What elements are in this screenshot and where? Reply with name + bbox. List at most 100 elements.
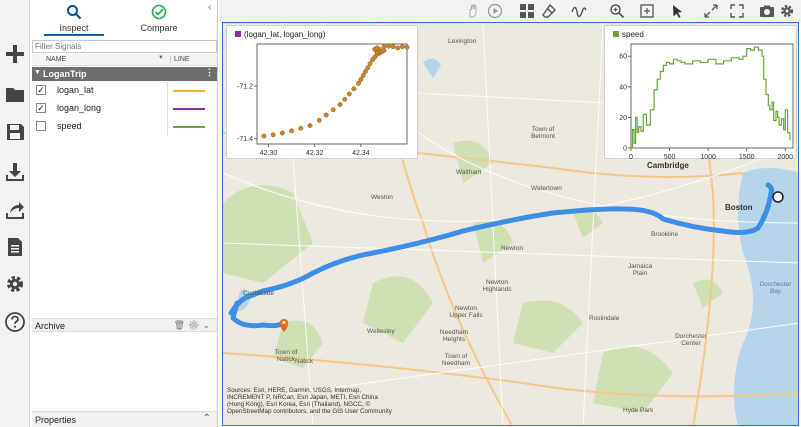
x-tick-label: 1500 — [739, 154, 755, 160]
y-tick-label: -71.2 — [237, 84, 253, 91]
speed-series-line — [631, 46, 791, 149]
report-button[interactable] — [3, 235, 27, 259]
signal-checkbox[interactable] — [36, 121, 46, 131]
plot-toolbar — [219, 0, 801, 22]
scatter-point — [363, 69, 368, 75]
import-button[interactable] — [3, 160, 27, 184]
run-group-row[interactable]: ▼ LoganTrip ⋮ — [32, 67, 217, 81]
more-options-icon[interactable]: ⋮ — [205, 67, 214, 78]
scatter-point — [358, 77, 364, 82]
place-label: Weston — [371, 194, 393, 201]
x-tick-label: 0 — [629, 154, 633, 160]
place-label: Waltham — [456, 169, 482, 176]
speed-line-plot: 0 500 1000 1500 2000 0 20 40 60 — [619, 43, 794, 160]
scatter-point — [365, 65, 371, 71]
properties-section-header[interactable]: Properties ⌃ — [32, 411, 217, 427]
open-button[interactable] — [3, 82, 27, 106]
cursor-icon[interactable] — [669, 3, 685, 19]
zoom-in-icon[interactable] — [609, 3, 625, 19]
column-divider — [167, 82, 168, 100]
y-tick-label: 60 — [619, 54, 627, 61]
scatter-point — [404, 44, 410, 50]
document-icon — [8, 238, 22, 256]
scatter-point — [386, 43, 391, 49]
chevron-up-icon[interactable]: ⌃ — [203, 413, 211, 424]
y-tick-label: 40 — [619, 84, 627, 91]
scatter-plot-panel[interactable]: (logan_lat, logan_long) 42.30 42.32 42.34-… — [226, 25, 418, 159]
y-tick-label: -71.4 — [237, 136, 253, 143]
line-color-swatch[interactable] — [173, 90, 205, 92]
scatter-plot: 42.30 42.32 42.34 -71.2 -71.4 — [237, 43, 410, 157]
map-view[interactable]: Lexington Town of Belmont Cambridge Bost… — [222, 22, 799, 426]
properties-title: Properties — [35, 415, 77, 425]
place-label: Jamaica Plain — [627, 263, 653, 277]
signals-panel: Inspect Compare ‹ NAME ▼ LINE ▼ LoganTri… — [31, 0, 218, 427]
fit-to-view-icon[interactable] — [639, 3, 655, 19]
sort-arrow-icon[interactable]: ▼ — [158, 55, 164, 61]
signal-row-logan-long[interactable]: ✓ logan_long — [32, 100, 217, 118]
app-window: Inspect Compare ‹ NAME ▼ LINE ▼ LoganTri… — [0, 0, 801, 427]
place-label: Lexington — [448, 38, 477, 45]
signal-row-logan-lat[interactable]: ✓ logan_lat — [32, 82, 217, 100]
play-icon[interactable] — [487, 3, 503, 19]
signal-checkbox[interactable]: ✓ — [36, 85, 46, 95]
filter-signals-input[interactable] — [32, 40, 217, 53]
signal-name: logan_lat — [57, 85, 94, 95]
x-tick-label: 1000 — [700, 154, 716, 160]
fullscreen-icon[interactable] — [729, 3, 745, 19]
signal-row-speed[interactable]: speed — [32, 118, 217, 136]
scatter-point — [399, 44, 405, 50]
collapse-panel-icon[interactable]: ‹ — [208, 2, 211, 13]
tab-compare-label: Compare — [140, 23, 178, 33]
column-divider — [167, 100, 168, 118]
chevron-down-icon[interactable]: ⌄ — [202, 320, 213, 330]
gear-icon[interactable]: ⚙ — [188, 320, 202, 330]
gear-icon[interactable] — [779, 3, 795, 19]
new-session-button[interactable] — [3, 42, 27, 66]
column-name-header[interactable]: NAME — [46, 56, 66, 63]
place-label: Newton — [501, 245, 524, 252]
export-button[interactable] — [3, 198, 27, 222]
scatter-point — [351, 86, 357, 92]
scatter-point — [279, 130, 285, 136]
trip-route-line — [228, 182, 775, 329]
expand-icon[interactable] — [703, 3, 719, 19]
archive-section-header[interactable]: Archive 🗑⚙⌄ — [32, 318, 217, 332]
tab-compare[interactable]: Compare — [129, 2, 189, 36]
line-color-swatch[interactable] — [173, 108, 205, 110]
place-label: Dorchester Bay — [759, 281, 792, 295]
expand-triangle-icon[interactable]: ▼ — [34, 69, 41, 76]
place-label: Hyde Park — [623, 407, 654, 414]
place-label: Wellesley — [367, 328, 395, 335]
signal-wave-icon[interactable] — [571, 3, 587, 19]
help-button[interactable] — [3, 310, 27, 334]
tab-inspect-label: Inspect — [59, 23, 89, 33]
settings-button[interactable] — [3, 272, 27, 296]
place-label: Dorchester Center — [675, 333, 707, 347]
signal-name: logan_long — [57, 103, 102, 113]
trash-icon[interactable]: 🗑 — [174, 320, 188, 330]
layout-grid-icon[interactable] — [519, 3, 535, 19]
place-label: Newton Highlands — [482, 279, 512, 293]
place-label: Needham Heights — [439, 329, 469, 343]
save-button[interactable] — [3, 120, 27, 144]
place-label: Cochituate — [243, 290, 275, 297]
column-line-header[interactable]: LINE — [170, 56, 190, 63]
signal-checkbox[interactable]: ✓ — [36, 103, 46, 113]
scatter-point — [289, 128, 295, 134]
plus-icon — [6, 45, 24, 63]
line-color-swatch[interactable] — [173, 126, 205, 128]
speed-plot-panel[interactable]: speed 0 500 1000 1500 2000 0 20 40 60 — [604, 25, 797, 160]
archive-actions: 🗑⚙⌄ — [174, 320, 213, 331]
route-end-marker — [772, 191, 784, 203]
eraser-icon[interactable] — [541, 3, 557, 19]
tab-inspect[interactable]: Inspect — [44, 2, 104, 36]
camera-icon[interactable] — [759, 3, 775, 19]
scatter-point — [323, 112, 329, 118]
plot-axes-frame — [256, 43, 408, 145]
scatter-point — [390, 44, 396, 50]
scatter-point — [298, 125, 304, 131]
x-tick-label: 42.32 — [306, 150, 324, 157]
pan-hand-icon[interactable] — [465, 3, 481, 19]
gear-icon — [7, 276, 23, 292]
